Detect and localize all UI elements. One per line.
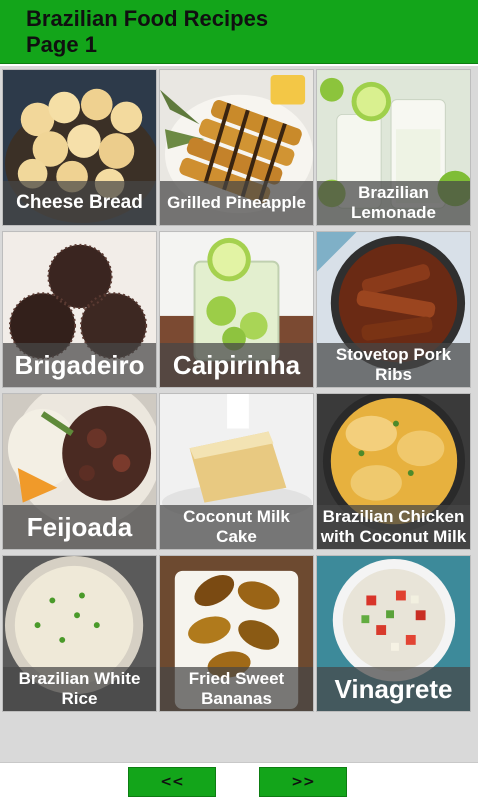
page-title: Brazilian Food Recipes [26,6,269,31]
recipe-tile-brazilian-lemonade[interactable]: Brazilian Lemonade [316,69,471,226]
recipe-title: Grilled Pineapple [160,181,313,225]
recipe-tile-brigadeiro[interactable]: Brigadeiro [2,231,157,388]
page-number: Page 1 [26,32,97,57]
recipe-title: Brazilian Chicken with Coconut Milk [317,505,470,549]
recipe-tile-grilled-pineapple[interactable]: Grilled Pineapple [159,69,314,226]
recipe-tile-feijoada[interactable]: Feijoada [2,393,157,550]
recipe-tile-caipirinha[interactable]: Caipirinha [159,231,314,388]
recipe-title: Fried Sweet Bananas [160,667,313,711]
recipe-tile-vinagrete[interactable]: Vinagrete [316,555,471,712]
recipe-tile-stovetop-pork-ribs[interactable]: Stovetop Pork Ribs [316,231,471,388]
recipe-title: Vinagrete [317,667,470,711]
recipe-grid: Cheese Bread Grilled Pineapple Brazilian… [0,66,478,762]
recipe-tile-fried-sweet-bananas[interactable]: Fried Sweet Bananas [159,555,314,712]
recipe-title: Stovetop Pork Ribs [317,343,470,387]
recipe-tile-brazilian-white-rice[interactable]: Brazilian White Rice [2,555,157,712]
recipe-title: Brigadeiro [3,343,156,387]
recipe-title: Feijoada [3,505,156,549]
recipe-tile-chicken-coconut-milk[interactable]: Brazilian Chicken with Coconut Milk [316,393,471,550]
recipe-tile-cheese-bread[interactable]: Cheese Bread [2,69,157,226]
recipe-title: Brazilian Lemonade [317,181,470,225]
next-page-button[interactable]: >> [259,767,347,797]
previous-page-button[interactable]: << [128,767,216,797]
recipe-title: Coconut Milk Cake [160,505,313,549]
recipe-title: Cheese Bread [3,181,156,225]
recipe-title: Brazilian White Rice [3,667,156,711]
app-header: Brazilian Food Recipes Page 1 [0,0,478,64]
recipe-tile-coconut-milk-cake[interactable]: Coconut Milk Cake [159,393,314,550]
recipe-title: Caipirinha [160,343,313,387]
pagination-bar: << >> [0,762,478,801]
